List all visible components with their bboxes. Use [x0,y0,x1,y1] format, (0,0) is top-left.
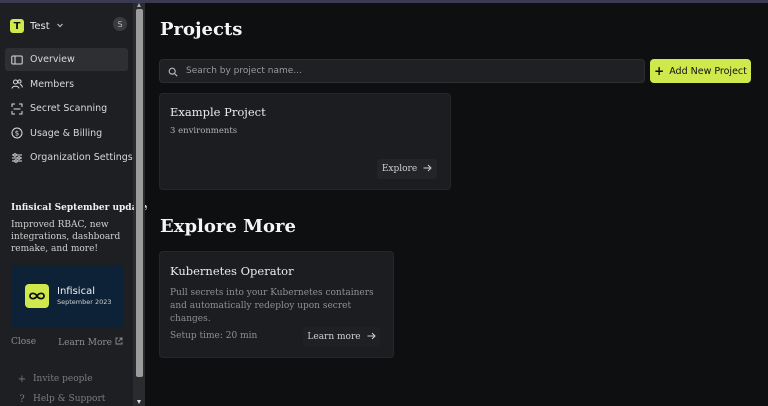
scroll-up-arrow-icon[interactable] [137,3,141,7]
update-actions: Close Learn More [11,337,123,348]
update-banner-brand: Infisical September 2023 [57,286,112,306]
settings-sliders-icon [11,152,23,164]
page-title: Projects [160,19,243,40]
plus-icon: + [654,64,665,78]
search-input[interactable] [186,66,626,76]
explore-label: Explore [381,164,418,174]
update-text: Improved RBAC, new integrations, dashboa… [11,220,121,254]
update-close-button[interactable]: Close [11,337,36,348]
add-new-project-button[interactable]: + Add New Project [650,59,751,83]
arrow-right-icon [367,332,376,343]
project-card[interactable]: Example Project 3 environments Explore [159,93,451,190]
sidebar-nav: Overview Members Secret Scanning $ Usage… [5,48,133,171]
integration-title: Kubernetes Operator [170,264,294,278]
sidebar-item-label: Members [30,78,75,90]
sidebar-item-secret-scanning[interactable]: Secret Scanning [5,97,128,120]
project-environments: 3 environments [170,126,238,136]
sidebar-scrollbar[interactable] [134,3,145,406]
invite-people-button[interactable]: + Invite people [17,369,105,389]
chevron-down-icon [56,21,64,31]
sidebar-item-label: Secret Scanning [30,103,108,114]
help-support-button[interactable]: ? Help & Support [17,389,105,406]
update-banner-date: September 2023 [57,298,112,306]
infinity-logo-icon [25,284,49,308]
kubernetes-operator-card: Kubernetes Operator Pull secrets into yo… [159,251,394,358]
sidebar-item-label: Organization Settings [30,152,133,163]
members-icon [11,78,23,90]
sidebar-item-overview[interactable]: Overview [5,48,128,71]
project-search[interactable] [159,59,645,83]
update-announcement: Infisical September update Improved RBAC… [11,203,148,348]
sidebar-item-members[interactable]: Members [5,73,128,96]
org-name: Test [30,20,50,32]
learn-more-label: Learn More [58,337,112,348]
scrollbar-thumb[interactable] [136,9,143,377]
org-logo: T [10,19,24,33]
org-switcher[interactable]: T Test [10,17,64,35]
learn-more-button[interactable]: Learn more [303,327,380,347]
search-icon [168,62,178,81]
user-avatar[interactable]: S [113,17,127,31]
billing-icon: $ [11,127,23,139]
explore-more-title: Explore More [160,216,296,237]
invite-people-label: Invite people [33,374,93,384]
update-banner-name: Infisical [57,286,95,297]
add-new-project-label: Add New Project [669,65,747,77]
scan-icon [11,103,23,115]
sidebar: T Test S Overview Members Secret Scannin… [0,3,148,406]
overview-icon [11,54,23,66]
integration-setup-time: Setup time: 20 min [170,331,258,341]
sidebar-item-usage-billing[interactable]: $ Usage & Billing [5,122,128,145]
help-support-label: Help & Support [33,394,106,404]
project-name: Example Project [170,105,266,119]
external-link-icon [115,337,123,348]
scroll-down-arrow-icon[interactable] [137,400,141,404]
arrow-right-icon [423,164,432,175]
sidebar-item-label: Overview [30,54,75,65]
update-banner[interactable]: Infisical September 2023 [11,265,123,327]
sidebar-footer: + Invite people ? Help & Support [17,369,106,406]
question-icon: ? [19,393,25,405]
sidebar-item-organization-settings[interactable]: Organization Settings [5,146,133,169]
integration-description: Pull secrets into your Kubernetes contai… [170,288,374,324]
sidebar-item-label: Usage & Billing [30,127,103,139]
plus-icon: + [17,373,27,385]
learn-more-label: Learn more [307,332,361,342]
update-title: Infisical September update [11,203,148,213]
explore-button[interactable]: Explore [377,159,437,179]
update-learn-more-link[interactable]: Learn More [58,337,123,348]
svg-text:$: $ [15,130,19,138]
